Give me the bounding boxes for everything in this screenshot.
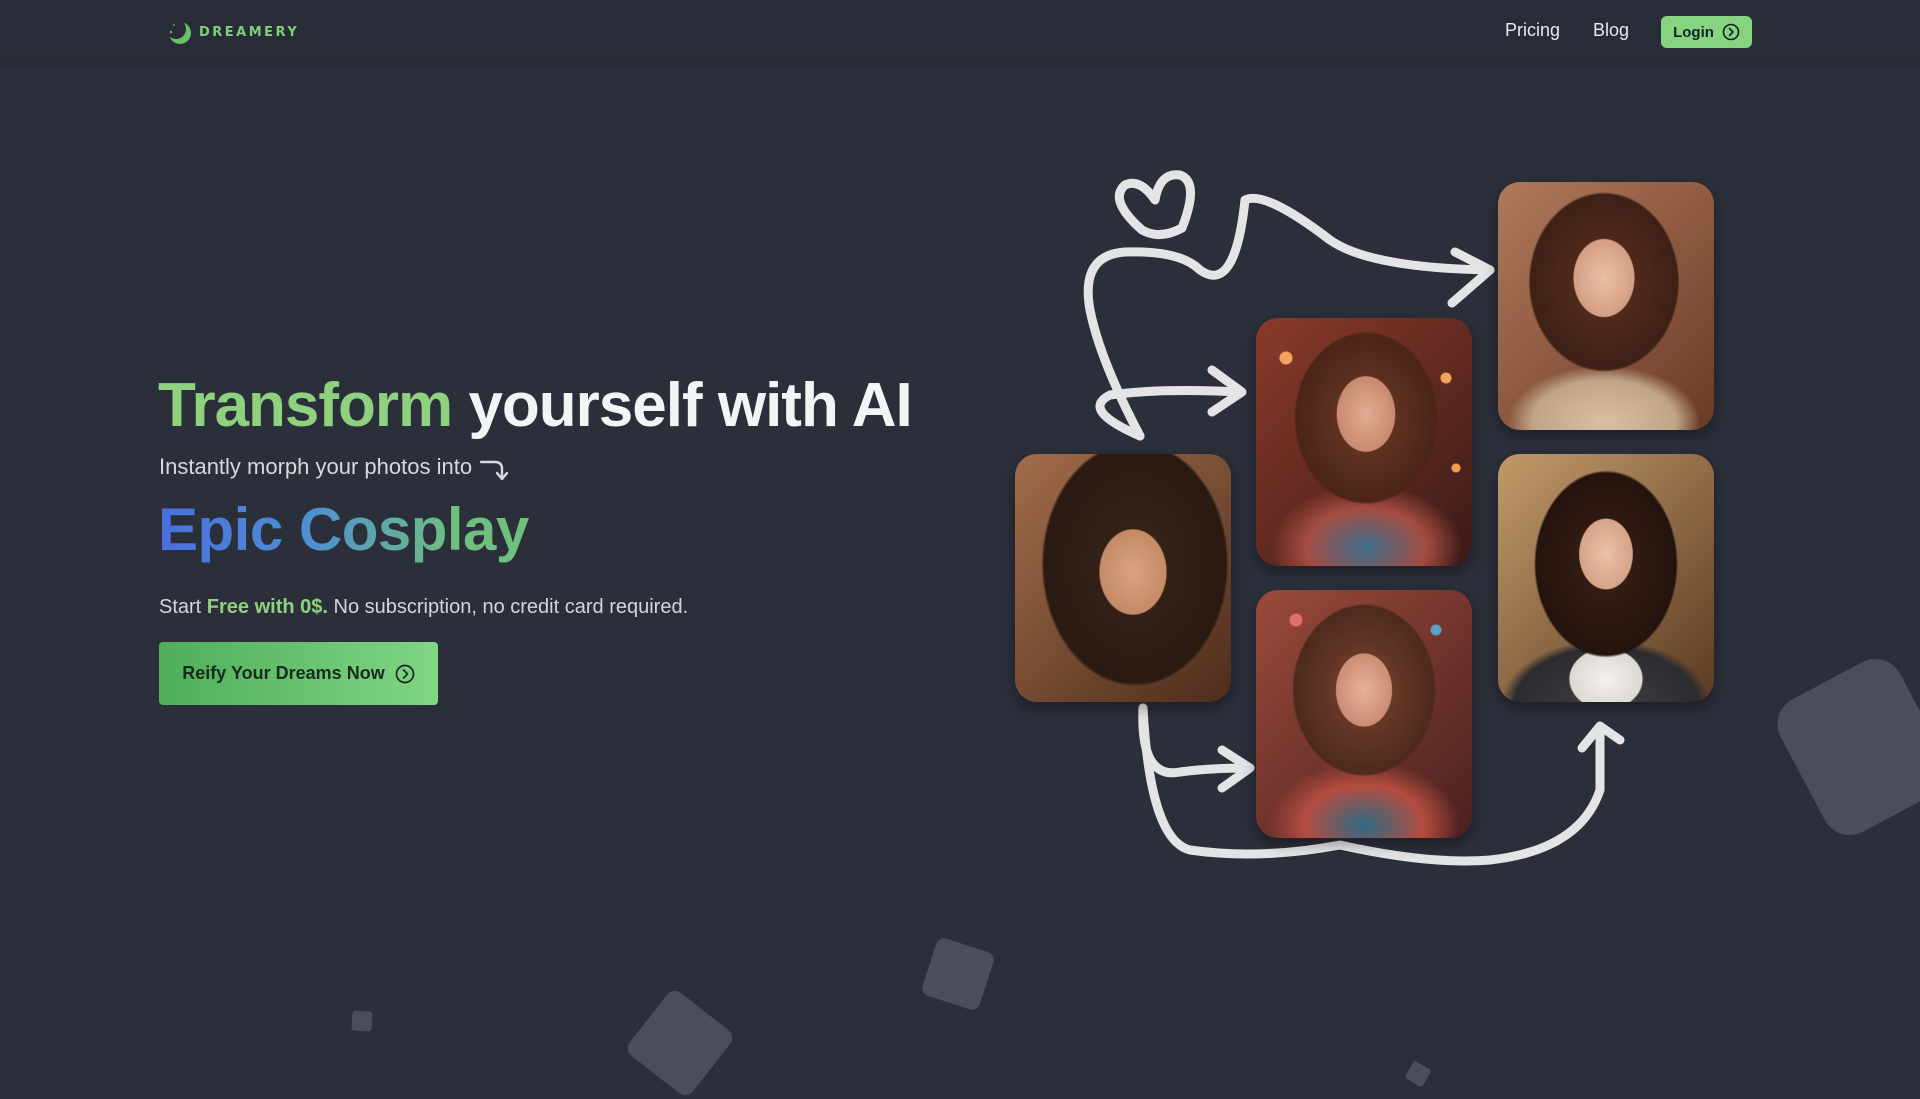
moon-icon	[166, 19, 191, 44]
hero-title-rest: yourself with AI	[468, 371, 912, 440]
portrait-photo-original	[1015, 454, 1231, 702]
start-free: Free with 0$.	[206, 596, 328, 618]
circle-arrow-right-icon	[1722, 23, 1740, 41]
nav-link-blog[interactable]: Blog	[1593, 20, 1629, 41]
decorative-shape	[920, 936, 996, 1012]
portrait-photo-business	[1498, 454, 1714, 702]
decorative-shape	[1404, 1060, 1432, 1088]
start-prefix: Start	[159, 596, 207, 618]
cta-button-label: Reify Your Dreams Now	[182, 663, 385, 683]
portrait-photo-smiling	[1498, 182, 1714, 430]
brand-name: DREAMERY	[199, 24, 300, 40]
top-navbar: DREAMERY Pricing Blog Login	[0, 0, 1920, 63]
portrait-photo-cosplay-2	[1256, 590, 1472, 838]
hero-highlight: Epic Cosplay	[158, 490, 529, 570]
start-suffix: No subscription, no credit card required…	[327, 596, 689, 618]
hero-subtitle: Instantly morph your photos into	[159, 452, 512, 482]
hero-subtitle-text: Instantly morph your photos into	[159, 454, 473, 479]
login-button-label: Login	[1673, 23, 1714, 41]
decorative-shape	[1767, 649, 1920, 845]
decorative-shape	[623, 986, 737, 1099]
circle-arrow-right-icon	[395, 664, 415, 683]
portrait-photo-cosplay-1	[1256, 318, 1472, 566]
login-button[interactable]: Login	[1661, 16, 1752, 48]
hero-title: Transform yourself with AI	[158, 368, 913, 444]
brand-logo[interactable]: DREAMERY	[165, 16, 299, 48]
nav-link-pricing[interactable]: Pricing	[1505, 20, 1560, 41]
curved-arrow-down-icon	[479, 460, 509, 481]
hero-title-accent: Transform	[158, 371, 453, 440]
decorative-shape	[351, 1010, 373, 1032]
cta-button[interactable]: Reify Your Dreams Now	[159, 642, 438, 705]
hero-start-text: Start Free with 0$. No subscription, no …	[159, 596, 688, 619]
